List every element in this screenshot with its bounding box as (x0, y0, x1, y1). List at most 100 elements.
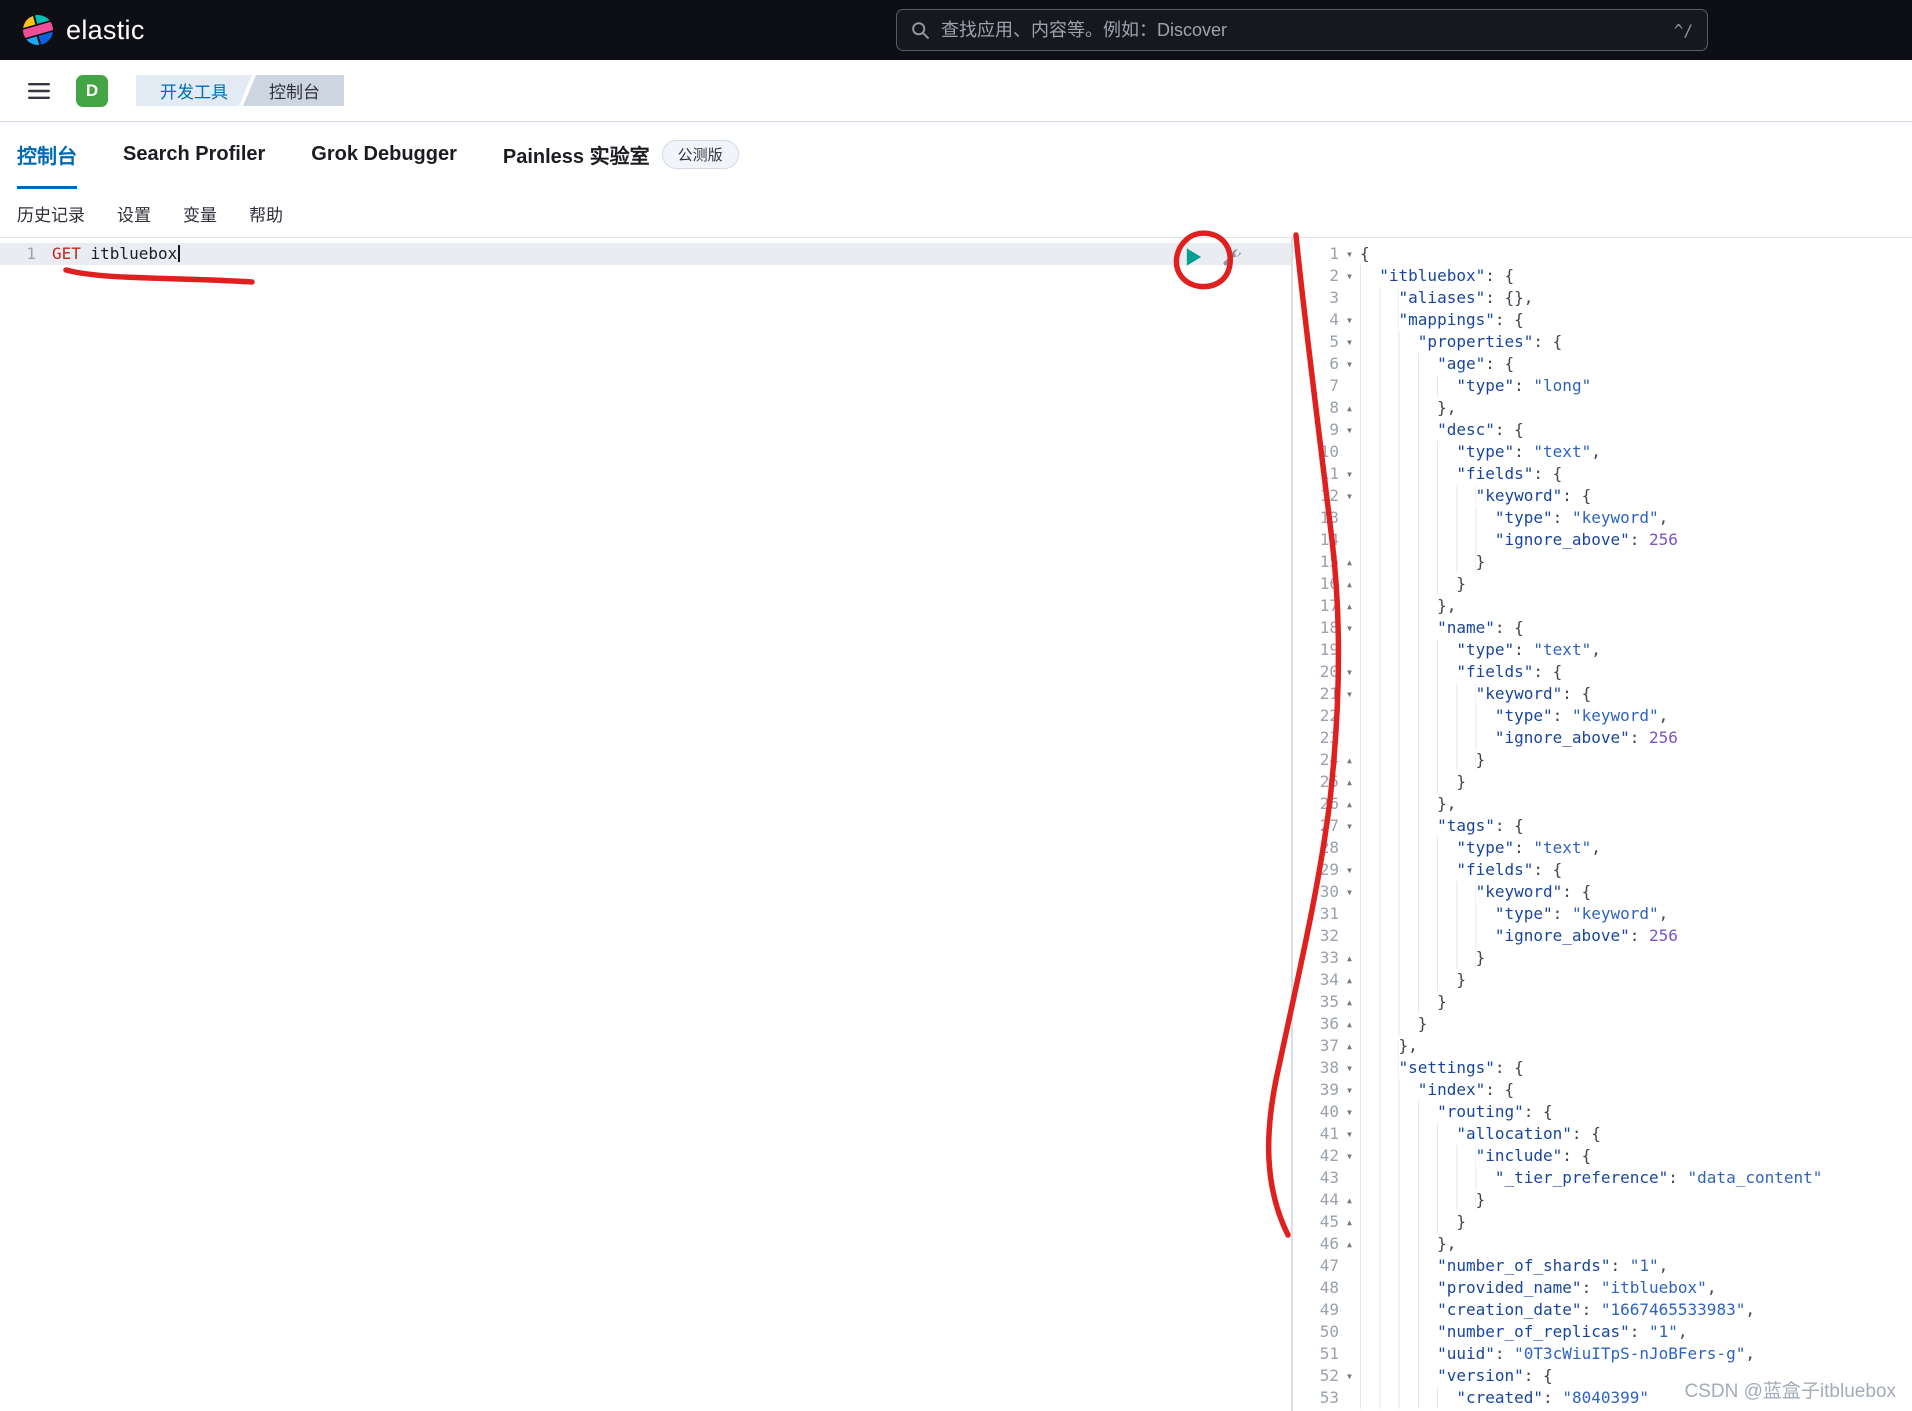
fold-close-icon[interactable]: ▴ (1339, 397, 1360, 419)
tab-painless-lab[interactable]: Painless 实验室公测版 (503, 123, 739, 189)
line-number: 3 (1293, 287, 1339, 309)
request-line[interactable]: 1 GETitbluebox (0, 243, 1291, 265)
fold-close-icon[interactable]: ▴ (1339, 1189, 1360, 1211)
request-editor[interactable]: 1 GETitbluebox (0, 238, 1293, 1411)
send-request-button[interactable] (1183, 245, 1205, 269)
response-code: "provided_name": "itbluebox", (1360, 1277, 1716, 1299)
tab-console[interactable]: 控制台 (17, 123, 77, 189)
response-line: 22"type": "keyword", (1293, 705, 1912, 727)
response-code: "type": "text", (1360, 639, 1601, 661)
response-line: 46▴}, (1293, 1233, 1912, 1255)
fold-open-icon[interactable]: ▾ (1339, 463, 1360, 485)
fold-open-icon[interactable]: ▾ (1339, 309, 1360, 331)
console-menu-history[interactable]: 历史记录 (17, 201, 85, 226)
menu-button[interactable] (20, 76, 58, 106)
line-number: 23 (1293, 727, 1339, 749)
brand-name: elastic (66, 15, 145, 46)
fold-close-icon[interactable]: ▴ (1339, 793, 1360, 815)
indent-guides (1360, 903, 1495, 925)
fold-open-icon[interactable]: ▾ (1339, 1057, 1360, 1079)
fold-open-icon[interactable]: ▾ (1339, 617, 1360, 639)
response-line: 3"aliases": {}, (1293, 287, 1912, 309)
response-code: }, (1360, 397, 1456, 419)
fold-spacer (1339, 1299, 1360, 1321)
response-line: 44▴} (1293, 1189, 1912, 1211)
fold-close-icon[interactable]: ▴ (1339, 573, 1360, 595)
line-number: 36 (1293, 1013, 1339, 1035)
indent-guides (1360, 771, 1456, 793)
response-code: "index": { (1360, 1079, 1514, 1101)
line-number: 43 (1293, 1167, 1339, 1189)
line-number: 44 (1293, 1189, 1339, 1211)
indent-guides (1360, 419, 1437, 441)
search-shortcut-hint: ^/ (1674, 21, 1693, 40)
response-code: "type": "long" (1360, 375, 1591, 397)
response-code: }, (1360, 1035, 1418, 1057)
fold-close-icon[interactable]: ▴ (1339, 551, 1360, 573)
indent-guides (1360, 815, 1437, 837)
fold-close-icon[interactable]: ▴ (1339, 1035, 1360, 1057)
fold-open-icon[interactable]: ▾ (1339, 859, 1360, 881)
breadcrumb-item-dev-tools[interactable]: 开发工具 (136, 75, 252, 106)
request-code[interactable]: GETitbluebox (52, 243, 180, 265)
response-line: 39▾"index": { (1293, 1079, 1912, 1101)
line-number: 19 (1293, 639, 1339, 661)
fold-close-icon[interactable]: ▴ (1339, 1013, 1360, 1035)
fold-open-icon[interactable]: ▾ (1339, 1123, 1360, 1145)
fold-open-icon[interactable]: ▾ (1339, 1365, 1360, 1387)
request-options-button[interactable] (1218, 244, 1243, 269)
global-search[interactable]: ^/ (896, 9, 1708, 51)
fold-open-icon[interactable]: ▾ (1339, 1145, 1360, 1167)
response-code: "properties": { (1360, 331, 1562, 353)
indent-guides (1360, 551, 1476, 573)
fold-open-icon[interactable]: ▾ (1339, 815, 1360, 837)
response-line: 19 "type": "text", (1293, 639, 1912, 661)
fold-open-icon[interactable]: ▾ (1339, 265, 1360, 287)
response-code: "ignore_above": 256 (1360, 529, 1678, 551)
fold-spacer (1339, 1255, 1360, 1277)
fold-close-icon[interactable]: ▴ (1339, 947, 1360, 969)
fold-open-icon[interactable]: ▾ (1339, 661, 1360, 683)
console-menu-help[interactable]: 帮助 (249, 201, 283, 226)
response-line: 13"type": "keyword", (1293, 507, 1912, 529)
console-split: 1 GETitbluebox ‖ 1▾{2▾"itbluebox": {3"al… (0, 237, 1912, 1411)
fold-close-icon[interactable]: ▴ (1339, 1233, 1360, 1255)
fold-close-icon[interactable]: ▴ (1339, 771, 1360, 793)
line-number: 39 (1293, 1079, 1339, 1101)
fold-open-icon[interactable]: ▾ (1339, 331, 1360, 353)
fold-open-icon[interactable]: ▾ (1339, 485, 1360, 507)
console-menu-settings[interactable]: 设置 (117, 201, 151, 226)
response-code: "type": "keyword", (1360, 705, 1668, 727)
fold-close-icon[interactable]: ▴ (1339, 749, 1360, 771)
line-number: 45 (1293, 1211, 1339, 1233)
tab-grok-debugger[interactable]: Grok Debugger (311, 123, 457, 189)
fold-open-icon[interactable]: ▾ (1339, 1101, 1360, 1123)
console-menu-variables[interactable]: 变量 (183, 201, 217, 226)
space-avatar[interactable]: D (76, 75, 108, 107)
search-input[interactable] (941, 20, 1663, 41)
fold-close-icon[interactable]: ▴ (1339, 991, 1360, 1013)
breadcrumb-item-console[interactable]: 控制台 (243, 75, 344, 106)
indent-guides (1360, 1343, 1437, 1365)
indent-guides (1360, 1387, 1456, 1409)
indent-guides (1360, 1277, 1437, 1299)
response-line: 41▾"allocation": { (1293, 1123, 1912, 1145)
response-line: 15▴} (1293, 551, 1912, 573)
fold-close-icon[interactable]: ▴ (1339, 969, 1360, 991)
line-number: 8 (1293, 397, 1339, 419)
brand[interactable]: elastic (22, 14, 145, 46)
fold-open-icon[interactable]: ▾ (1339, 419, 1360, 441)
fold-open-icon[interactable]: ▾ (1339, 881, 1360, 903)
tab-search-profiler[interactable]: Search Profiler (123, 123, 265, 189)
fold-open-icon[interactable]: ▾ (1339, 353, 1360, 375)
fold-spacer (1339, 1167, 1360, 1189)
fold-open-icon[interactable]: ▾ (1339, 683, 1360, 705)
response-code: "uuid": "0T3cWiuITpS-nJoBFers-g", (1360, 1343, 1755, 1365)
fold-close-icon[interactable]: ▴ (1339, 595, 1360, 617)
fold-open-icon[interactable]: ▾ (1339, 243, 1360, 265)
indent-guides (1360, 507, 1495, 529)
line-number: 53 (1293, 1387, 1339, 1409)
wrench-icon (1220, 246, 1241, 267)
fold-close-icon[interactable]: ▴ (1339, 1211, 1360, 1233)
fold-open-icon[interactable]: ▾ (1339, 1079, 1360, 1101)
